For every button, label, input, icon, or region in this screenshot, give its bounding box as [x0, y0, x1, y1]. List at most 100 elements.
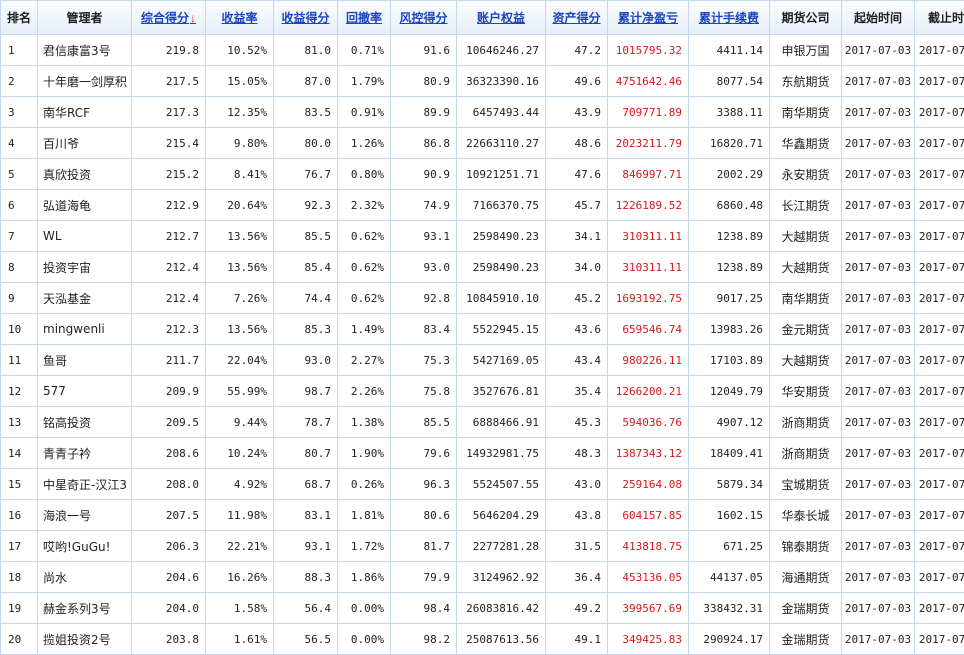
- col-header-net-profit[interactable]: 累计净盈亏: [608, 1, 689, 35]
- table-row[interactable]: 8投资宇宙212.413.56%85.40.62%93.02598490.233…: [1, 252, 964, 283]
- table-row[interactable]: 1君信康富3号219.810.52%81.00.71%91.610646246.…: [1, 35, 964, 66]
- asset-score-cell: 43.0: [546, 469, 608, 500]
- equity-cell: 10921251.71: [457, 159, 546, 190]
- equity-cell: 3527676.81: [457, 376, 546, 407]
- rank-cell: 10: [1, 314, 38, 345]
- manager-link[interactable]: 百川爷: [38, 128, 132, 159]
- col-header-risk-score[interactable]: 风控得分: [391, 1, 457, 35]
- start-date-cell: 2017-07-03: [842, 283, 915, 314]
- table-row[interactable]: 10mingwenli212.313.56%85.31.49%83.455229…: [1, 314, 964, 345]
- return-score-cell: 83.1: [274, 500, 338, 531]
- manager-link[interactable]: WL: [38, 221, 132, 252]
- broker-cell: 锦泰期货: [770, 531, 842, 562]
- table-row[interactable]: 4百川爷215.49.80%80.01.26%86.822663110.2748…: [1, 128, 964, 159]
- return-score-cell: 87.0: [274, 66, 338, 97]
- manager-link[interactable]: 真欣投资: [38, 159, 132, 190]
- manager-link[interactable]: 南华RCF: [38, 97, 132, 128]
- fees-cell: 9017.25: [689, 283, 770, 314]
- drawdown-cell: 1.72%: [338, 531, 391, 562]
- col-header-return-score[interactable]: 收益得分: [274, 1, 338, 35]
- table-row[interactable]: 2十年磨一剑厚积217.515.05%87.01.79%80.936323390…: [1, 66, 964, 97]
- asset-score-cell: 45.7: [546, 190, 608, 221]
- start-date-cell: 2017-07-03: [842, 407, 915, 438]
- manager-link[interactable]: 天泓基金: [38, 283, 132, 314]
- table-row[interactable]: 6弘道海龟212.920.64%92.32.32%74.97166370.754…: [1, 190, 964, 221]
- col-header-composite-score[interactable]: 综合得分↓: [132, 1, 206, 35]
- risk-score-cell: 98.2: [391, 624, 457, 655]
- ranking-table: 排名 管理者 综合得分↓ 收益率 收益得分 回撤率 风控得分 账户权益 资产得分…: [0, 0, 964, 655]
- table-row[interactable]: 11鱼哥211.722.04%93.02.27%75.35427169.0543…: [1, 345, 964, 376]
- asset-score-cell: 45.3: [546, 407, 608, 438]
- manager-link[interactable]: 投资宇宙: [38, 252, 132, 283]
- table-row[interactable]: 16海浪一号207.511.98%83.11.81%80.65646204.29…: [1, 500, 964, 531]
- equity-cell: 2598490.23: [457, 252, 546, 283]
- table-row[interactable]: 14青青子衿208.610.24%80.71.90%79.614932981.7…: [1, 438, 964, 469]
- composite-score-cell: 209.9: [132, 376, 206, 407]
- manager-link[interactable]: 揽姐投资2号: [38, 624, 132, 655]
- end-date-cell: 2017-07-17: [915, 500, 964, 531]
- manager-link[interactable]: 十年磨一剑厚积: [38, 66, 132, 97]
- col-header-rank: 排名: [1, 1, 38, 35]
- start-date-cell: 2017-07-03: [842, 376, 915, 407]
- rank-cell: 4: [1, 128, 38, 159]
- table-row[interactable]: 7WL212.713.56%85.50.62%93.12598490.2334.…: [1, 221, 964, 252]
- composite-score-cell: 215.4: [132, 128, 206, 159]
- return-rate-cell: 4.92%: [206, 469, 274, 500]
- fees-cell: 4907.12: [689, 407, 770, 438]
- col-header-equity[interactable]: 账户权益: [457, 1, 546, 35]
- risk-score-cell: 75.8: [391, 376, 457, 407]
- manager-link[interactable]: 君信康富3号: [38, 35, 132, 66]
- return-score-cell: 74.4: [274, 283, 338, 314]
- return-score-cell: 93.1: [274, 531, 338, 562]
- col-header-drawdown[interactable]: 回撤率: [338, 1, 391, 35]
- manager-link[interactable]: 鱼哥: [38, 345, 132, 376]
- rank-cell: 8: [1, 252, 38, 283]
- manager-link[interactable]: 尚水: [38, 562, 132, 593]
- return-rate-cell: 9.44%: [206, 407, 274, 438]
- composite-score-cell: 217.5: [132, 66, 206, 97]
- fees-cell: 18409.41: [689, 438, 770, 469]
- col-header-fees[interactable]: 累计手续费: [689, 1, 770, 35]
- risk-score-cell: 92.8: [391, 283, 457, 314]
- table-row[interactable]: 5真欣投资215.28.41%76.70.80%90.910921251.714…: [1, 159, 964, 190]
- drawdown-cell: 1.49%: [338, 314, 391, 345]
- table-row[interactable]: 19赫金系列3号204.01.58%56.40.00%98.426083816.…: [1, 593, 964, 624]
- broker-cell: 金瑞期货: [770, 593, 842, 624]
- rank-cell: 7: [1, 221, 38, 252]
- table-row[interactable]: 12577209.955.99%98.72.26%75.83527676.813…: [1, 376, 964, 407]
- table-row[interactable]: 15中星奇正-汉江3208.04.92%68.70.26%96.35524507…: [1, 469, 964, 500]
- net-profit-cell: 709771.89: [608, 97, 689, 128]
- table-row[interactable]: 9天泓基金212.47.26%74.40.62%92.810845910.104…: [1, 283, 964, 314]
- end-date-cell: 2017-07-17: [915, 562, 964, 593]
- fees-cell: 671.25: [689, 531, 770, 562]
- composite-score-cell: 212.4: [132, 283, 206, 314]
- table-row[interactable]: 17哎哟!GuGu!206.322.21%93.11.72%81.7227728…: [1, 531, 964, 562]
- manager-link[interactable]: 铭高投资: [38, 407, 132, 438]
- col-header-asset-score[interactable]: 资产得分: [546, 1, 608, 35]
- manager-link[interactable]: mingwenli: [38, 314, 132, 345]
- asset-score-cell: 48.3: [546, 438, 608, 469]
- col-header-return-rate[interactable]: 收益率: [206, 1, 274, 35]
- net-profit-cell: 1266200.21: [608, 376, 689, 407]
- table-row[interactable]: 20揽姐投资2号203.81.61%56.50.00%98.225087613.…: [1, 624, 964, 655]
- table-row[interactable]: 18尚水204.616.26%88.31.86%79.93124962.9236…: [1, 562, 964, 593]
- manager-link[interactable]: 中星奇正-汉江3: [38, 469, 132, 500]
- net-profit-cell: 259164.08: [608, 469, 689, 500]
- table-row[interactable]: 3南华RCF217.312.35%83.50.91%89.96457493.44…: [1, 97, 964, 128]
- asset-score-cell: 45.2: [546, 283, 608, 314]
- manager-link[interactable]: 577: [38, 376, 132, 407]
- manager-link[interactable]: 海浪一号: [38, 500, 132, 531]
- return-rate-cell: 13.56%: [206, 252, 274, 283]
- return-rate-cell: 13.56%: [206, 221, 274, 252]
- return-rate-cell: 1.61%: [206, 624, 274, 655]
- net-profit-cell: 659546.74: [608, 314, 689, 345]
- manager-link[interactable]: 赫金系列3号: [38, 593, 132, 624]
- manager-link[interactable]: 哎哟!GuGu!: [38, 531, 132, 562]
- manager-link[interactable]: 青青子衿: [38, 438, 132, 469]
- end-date-cell: 2017-07-17: [915, 190, 964, 221]
- composite-score-cell: 203.8: [132, 624, 206, 655]
- asset-score-cell: 48.6: [546, 128, 608, 159]
- manager-link[interactable]: 弘道海龟: [38, 190, 132, 221]
- net-profit-cell: 453136.05: [608, 562, 689, 593]
- table-row[interactable]: 13铭高投资209.59.44%78.71.38%85.56888466.914…: [1, 407, 964, 438]
